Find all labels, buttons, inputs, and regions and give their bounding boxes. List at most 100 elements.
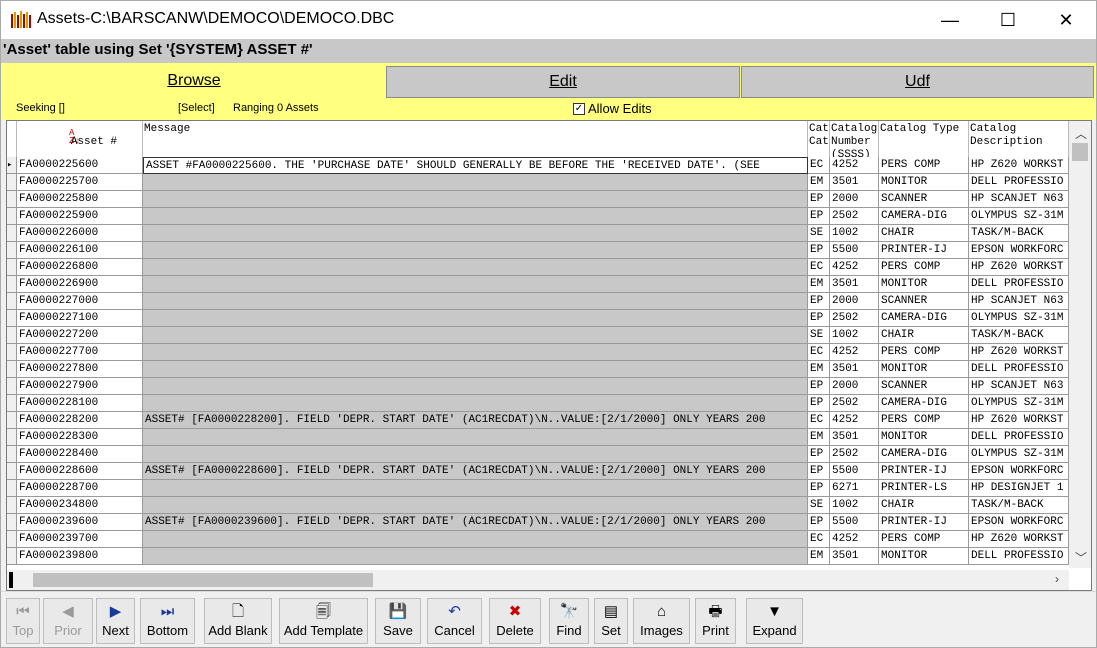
cell-message[interactable]	[143, 531, 808, 548]
cell-catalog-type[interactable]: MONITOR	[879, 174, 969, 191]
cell-catalog-description[interactable]: HP SCANJET N63	[969, 293, 1069, 310]
row-indicator[interactable]: ▸	[7, 157, 17, 174]
cell-catalog-description[interactable]: HP SCANJET N63	[969, 378, 1069, 395]
select-button[interactable]: [Select]	[178, 102, 215, 114]
cell-asset[interactable]: FA0000225700	[17, 174, 143, 191]
cell-catalog-number[interactable]: 5500	[830, 463, 879, 480]
cell-catalog-description[interactable]: HP Z620 WORKST	[969, 259, 1069, 276]
cell-cat[interactable]: EM	[808, 174, 830, 191]
cell-catalog-number[interactable]: 6271	[830, 480, 879, 497]
cell-catalog-description[interactable]: OLYMPUS SZ-31M	[969, 310, 1069, 327]
cell-message[interactable]	[143, 446, 808, 463]
cell-catalog-number[interactable]: 4252	[830, 344, 879, 361]
cell-cat[interactable]: EP	[808, 293, 830, 310]
find-button[interactable]: 🔭 Find	[549, 598, 589, 644]
header-message[interactable]: Message	[143, 121, 808, 157]
cell-catalog-type[interactable]: MONITOR	[879, 548, 969, 565]
cell-cat[interactable]: SE	[808, 327, 830, 344]
cell-catalog-type[interactable]: MONITOR	[879, 276, 969, 293]
vertical-scroll-thumb[interactable]	[1072, 143, 1088, 161]
cell-message[interactable]	[143, 548, 808, 565]
cell-catalog-number[interactable]: 1002	[830, 497, 879, 514]
cell-catalog-number[interactable]: 3501	[830, 429, 879, 446]
row-indicator[interactable]	[7, 429, 17, 446]
cell-catalog-description[interactable]: HP SCANJET N63	[969, 191, 1069, 208]
cell-cat[interactable]: EC	[808, 344, 830, 361]
cell-asset[interactable]: FA0000226000	[17, 225, 143, 242]
row-indicator[interactable]	[7, 191, 17, 208]
cell-catalog-description[interactable]: DELL PROFESSIO	[969, 361, 1069, 378]
row-indicator[interactable]	[7, 514, 17, 531]
cell-catalog-number[interactable]: 3501	[830, 361, 879, 378]
cell-message[interactable]	[143, 429, 808, 446]
row-indicator[interactable]	[7, 497, 17, 514]
allow-edits-toggle[interactable]: ✓ Allow Edits	[573, 101, 652, 116]
cell-asset[interactable]: FA0000226800	[17, 259, 143, 276]
cell-catalog-description[interactable]: EPSON WORKFORC	[969, 463, 1069, 480]
cell-catalog-type[interactable]: CAMERA-DIG	[879, 208, 969, 225]
cell-catalog-description[interactable]: HP Z620 WORKST	[969, 412, 1069, 429]
cell-message[interactable]	[143, 293, 808, 310]
cancel-button[interactable]: ↶ Cancel	[427, 598, 482, 644]
row-indicator[interactable]	[7, 344, 17, 361]
cell-cat[interactable]: EM	[808, 276, 830, 293]
cell-catalog-number[interactable]: 3501	[830, 276, 879, 293]
allow-edits-checkbox[interactable]: ✓	[573, 102, 585, 115]
cell-asset[interactable]: FA0000234800	[17, 497, 143, 514]
cell-catalog-description[interactable]: TASK/M-BACK	[969, 225, 1069, 242]
cell-cat[interactable]: EP	[808, 208, 830, 225]
cell-message[interactable]	[143, 208, 808, 225]
row-indicator[interactable]	[7, 259, 17, 276]
cell-message[interactable]	[143, 480, 808, 497]
cell-catalog-description[interactable]: OLYMPUS SZ-31M	[969, 446, 1069, 463]
cell-message[interactable]: ASSET# [FA0000228600]. FIELD 'DEPR. STAR…	[143, 463, 808, 480]
tab-udf[interactable]: Udf	[741, 66, 1094, 98]
print-button[interactable]: 🖶 Print	[695, 598, 736, 644]
row-indicator[interactable]	[7, 395, 17, 412]
cell-catalog-description[interactable]: OLYMPUS SZ-31M	[969, 208, 1069, 225]
cell-catalog-description[interactable]: DELL PROFESSIO	[969, 548, 1069, 565]
row-indicator[interactable]	[7, 327, 17, 344]
horizontal-scroll-thumb[interactable]	[33, 573, 373, 587]
cell-message[interactable]	[143, 344, 808, 361]
cell-catalog-type[interactable]: PRINTER-LS	[879, 480, 969, 497]
delete-button[interactable]: ✖ Delete	[489, 598, 541, 644]
cell-message[interactable]	[143, 225, 808, 242]
cell-catalog-number[interactable]: 1002	[830, 327, 879, 344]
cell-catalog-number[interactable]: 2502	[830, 446, 879, 463]
cell-cat[interactable]: EM	[808, 548, 830, 565]
cell-catalog-description[interactable]: HP Z620 WORKST	[969, 157, 1069, 174]
row-indicator[interactable]	[7, 531, 17, 548]
row-indicator[interactable]	[7, 310, 17, 327]
cell-asset[interactable]: FA0000226100	[17, 242, 143, 259]
cell-cat[interactable]: EP	[808, 514, 830, 531]
cell-message[interactable]: ASSET# [FA0000228200]. FIELD 'DEPR. STAR…	[143, 412, 808, 429]
cell-catalog-description[interactable]: DELL PROFESSIO	[969, 276, 1069, 293]
cell-message[interactable]	[143, 174, 808, 191]
cell-catalog-description[interactable]: DELL PROFESSIO	[969, 174, 1069, 191]
cell-cat[interactable]: EP	[808, 378, 830, 395]
cell-cat[interactable]: EP	[808, 242, 830, 259]
cell-message[interactable]	[143, 259, 808, 276]
cell-cat[interactable]: EC	[808, 531, 830, 548]
cell-catalog-number[interactable]: 4252	[830, 259, 879, 276]
add-blank-button[interactable]: 🗋 Add Blank	[204, 598, 272, 644]
cell-catalog-type[interactable]: CHAIR	[879, 225, 969, 242]
cell-cat[interactable]: EP	[808, 480, 830, 497]
cell-asset[interactable]: FA0000227900	[17, 378, 143, 395]
cell-cat[interactable]: EP	[808, 395, 830, 412]
cell-asset[interactable]: FA0000228700	[17, 480, 143, 497]
cell-asset[interactable]: FA0000239700	[17, 531, 143, 548]
header-asset[interactable]: Asset # A Z↓	[17, 121, 143, 157]
row-indicator[interactable]	[7, 242, 17, 259]
row-indicator[interactable]	[7, 463, 17, 480]
save-button[interactable]: 💾 Save	[375, 598, 421, 644]
row-indicator[interactable]	[7, 548, 17, 565]
expand-button[interactable]: ▼ Expand	[746, 598, 803, 644]
row-indicator[interactable]	[7, 378, 17, 395]
cell-asset[interactable]: FA0000239600	[17, 514, 143, 531]
set-button[interactable]: ▤ Set	[594, 598, 628, 644]
cell-cat[interactable]: EC	[808, 157, 830, 174]
cell-catalog-description[interactable]: EPSON WORKFORC	[969, 514, 1069, 531]
cell-asset[interactable]: FA0000239800	[17, 548, 143, 565]
